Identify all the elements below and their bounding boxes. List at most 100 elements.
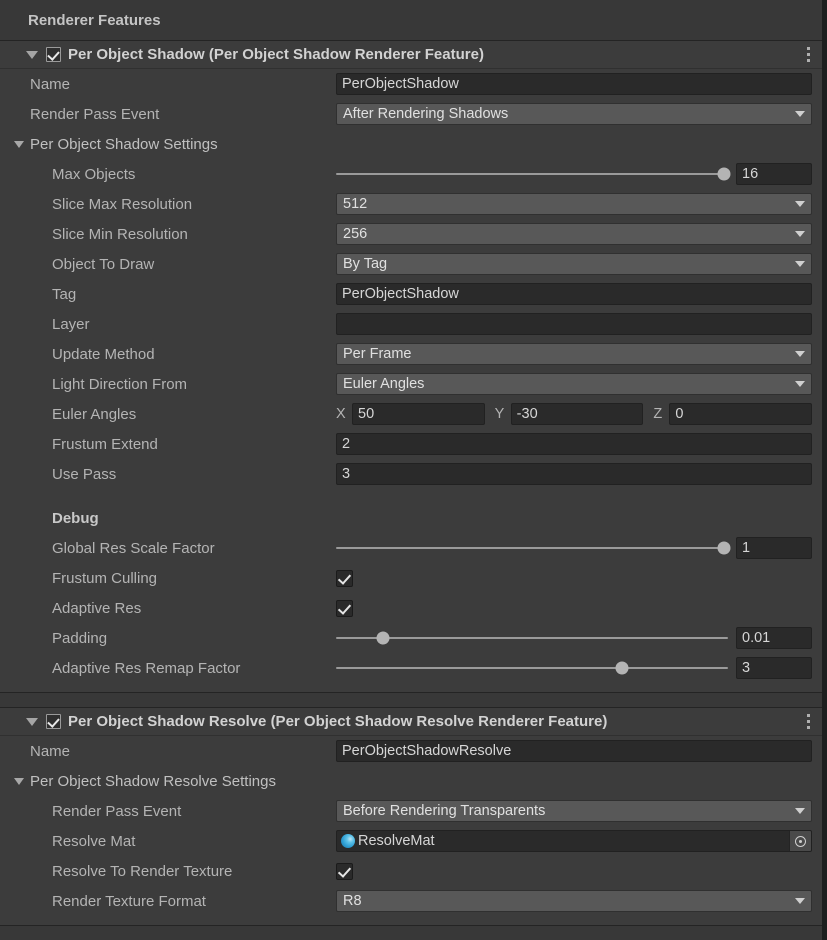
adaptive-res-remap-factor-slider[interactable] xyxy=(336,657,736,679)
chevron-down-icon xyxy=(795,808,805,814)
dropdown-value: R8 xyxy=(343,893,362,909)
field xyxy=(336,569,812,587)
field: After Rendering Shadows xyxy=(336,103,812,125)
layer-input[interactable] xyxy=(336,313,812,335)
resolve-mat-object-field[interactable]: ResolveMat xyxy=(336,830,812,852)
update-method-dropdown[interactable]: Per Frame xyxy=(336,343,812,365)
euler-x-input[interactable]: 50 xyxy=(352,403,485,425)
feature-header[interactable]: Per Object Shadow (Per Object Shadow Ren… xyxy=(0,41,822,69)
euler-y-input[interactable]: -30 xyxy=(510,403,644,425)
row-global-res-scale-factor: Global Res Scale Factor 1 xyxy=(0,533,822,563)
padding-slider[interactable] xyxy=(336,627,736,649)
axis-label-y: Y xyxy=(494,406,505,422)
field xyxy=(336,599,812,617)
row-tag: Tag PerObjectShadow xyxy=(0,279,822,309)
global-res-scale-factor-value-input[interactable]: 1 xyxy=(736,537,812,559)
dropdown-value: Before Rendering Transparents xyxy=(343,803,546,819)
slider-track xyxy=(336,541,731,555)
row-name: Name PerObjectShadow xyxy=(0,69,822,99)
object-to-draw-dropdown[interactable]: By Tag xyxy=(336,253,812,275)
foldout-arrow-icon[interactable] xyxy=(14,140,24,148)
row-resolve-mat: Resolve Mat ResolveMat xyxy=(0,826,822,856)
row-label: Adaptive Res Remap Factor xyxy=(52,659,241,677)
slider-track xyxy=(336,167,731,181)
padding-value-input[interactable]: 0.01 xyxy=(736,627,812,649)
foldout-arrow-icon[interactable] xyxy=(26,717,38,726)
field xyxy=(336,313,812,335)
field: Per Frame xyxy=(336,343,812,365)
slider-handle[interactable] xyxy=(615,661,629,675)
row-label: Adaptive Res xyxy=(52,599,142,617)
row-update-method: Update Method Per Frame xyxy=(0,339,822,369)
euler-angles-vector3: X 50 Y -30 Z 0 xyxy=(336,403,813,425)
row-use-pass: Use Pass 3 xyxy=(0,459,822,489)
light-direction-from-dropdown[interactable]: Euler Angles xyxy=(336,373,812,395)
render-texture-format-dropdown[interactable]: R8 xyxy=(336,890,812,912)
frustum-culling-checkbox[interactable] xyxy=(336,569,353,587)
dropdown-value: After Rendering Shadows xyxy=(343,106,509,122)
field: 512 xyxy=(336,193,812,215)
row-label: Update Method xyxy=(52,345,155,363)
global-res-scale-factor-slider[interactable] xyxy=(336,537,736,559)
euler-y-part: Y -30 xyxy=(495,403,654,425)
row-object-to-draw: Object To Draw By Tag xyxy=(0,249,822,279)
chevron-down-icon xyxy=(795,231,805,237)
row-name: Name PerObjectShadowResolve xyxy=(0,736,822,766)
adaptive-res-remap-factor-value-input[interactable]: 3 xyxy=(736,657,812,679)
render-pass-event-dropdown[interactable]: Before Rendering Transparents xyxy=(336,800,812,822)
slider-handle[interactable] xyxy=(717,167,731,181)
tag-input[interactable]: PerObjectShadow xyxy=(336,283,812,305)
row-render-texture-format: Render Texture Format R8 xyxy=(0,886,822,916)
renderer-feature-per-object-shadow-resolve: Per Object Shadow Resolve (Per Object Sh… xyxy=(0,707,822,926)
use-pass-input[interactable]: 3 xyxy=(336,463,812,485)
row-label: Tag xyxy=(52,285,77,303)
name-input[interactable]: PerObjectShadow xyxy=(336,73,812,95)
foldout-arrow-icon[interactable] xyxy=(14,777,24,785)
row-label: Frustum Extend xyxy=(52,435,158,453)
row-label: Euler Angles xyxy=(52,405,137,423)
max-objects-slider[interactable] xyxy=(336,163,736,185)
resolve-to-render-texture-checkbox[interactable] xyxy=(336,862,353,880)
feature-enabled-checkbox[interactable] xyxy=(46,714,61,729)
slider-handle[interactable] xyxy=(717,541,731,555)
euler-z-part: Z 0 xyxy=(653,403,813,425)
row-label: Name xyxy=(30,75,71,93)
object-picker-icon[interactable] xyxy=(789,831,811,851)
row-slice-max-resolution: Slice Max Resolution 512 xyxy=(0,189,822,219)
feature-header[interactable]: Per Object Shadow Resolve (Per Object Sh… xyxy=(0,708,822,736)
spacer-between-features xyxy=(0,693,822,707)
adaptive-res-checkbox[interactable] xyxy=(336,599,353,617)
euler-z-input[interactable]: 0 xyxy=(669,403,813,425)
row-slice-min-resolution: Slice Min Resolution 256 xyxy=(0,219,822,249)
group-per-object-shadow-settings[interactable]: Per Object Shadow Settings xyxy=(0,129,822,159)
row-label: Render Texture Format xyxy=(52,892,206,910)
kebab-menu-icon[interactable] xyxy=(800,45,816,65)
max-objects-value-input[interactable]: 16 xyxy=(736,163,812,185)
slider-handle[interactable] xyxy=(376,631,390,645)
group-per-object-shadow-resolve-settings[interactable]: Per Object Shadow Resolve Settings xyxy=(0,766,822,796)
row-debug-header: Debug xyxy=(0,503,822,533)
row-adaptive-res-remap-factor: Adaptive Res Remap Factor 3 xyxy=(0,653,822,683)
field: PerObjectShadowResolve xyxy=(336,740,812,762)
field: By Tag xyxy=(336,253,812,275)
slider-track xyxy=(336,631,728,645)
euler-x-part: X 50 xyxy=(336,403,495,425)
slice-max-resolution-dropdown[interactable]: 512 xyxy=(336,193,812,215)
dropdown-value: Per Frame xyxy=(343,346,412,362)
renderer-features-panel: Renderer Features Per Object Shadow (Per… xyxy=(0,0,827,940)
row-layer: Layer xyxy=(0,309,822,339)
field: PerObjectShadow xyxy=(336,283,812,305)
dropdown-value: 256 xyxy=(343,226,368,242)
frustum-extend-input[interactable]: 2 xyxy=(336,433,812,455)
row-label: Slice Max Resolution xyxy=(52,195,193,213)
field: 3 xyxy=(336,463,812,485)
slice-min-resolution-dropdown[interactable]: 256 xyxy=(336,223,812,245)
kebab-menu-icon[interactable] xyxy=(800,712,816,732)
field xyxy=(336,862,812,880)
name-input[interactable]: PerObjectShadowResolve xyxy=(336,740,812,762)
row-frustum-extend: Frustum Extend 2 xyxy=(0,429,822,459)
render-pass-event-dropdown[interactable]: After Rendering Shadows xyxy=(336,103,812,125)
feature-enabled-checkbox[interactable] xyxy=(46,47,61,62)
row-adaptive-res: Adaptive Res xyxy=(0,593,822,623)
foldout-arrow-icon[interactable] xyxy=(26,50,38,59)
